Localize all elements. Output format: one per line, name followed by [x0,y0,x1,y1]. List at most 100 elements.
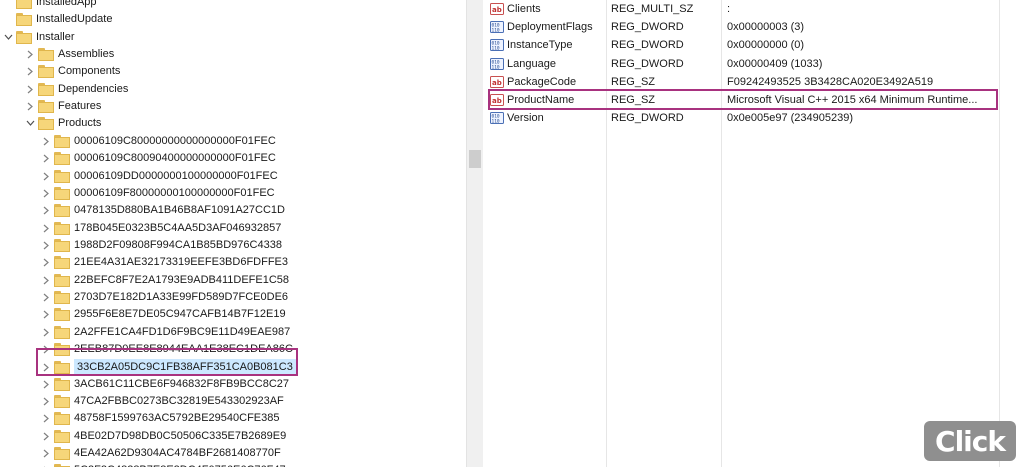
collapse-chevron-icon[interactable] [2,29,14,46]
registry-value-row-language[interactable]: 010 110 Language REG_DWORD 0x00000409 (1033) [484,55,1004,73]
tree-node-product-key[interactable]: 00006109C80090400000000000F01FEC [40,150,276,167]
tree-node-product-key[interactable]: 33CB2A05DC9C1FB38AFF351CA0B081C3 [40,359,296,377]
registry-key-tree[interactable]: InstalledApp InstalledUpdate Installer Asse… [0,0,466,467]
tree-node-product-key[interactable]: 2703D7E182D1A33E99FD589D7FCE0DE6 [40,289,288,306]
tree-node-product-key[interactable]: 2955F6E8E7DE05C947CAFB14B7F12E19 [40,306,286,323]
tree-node-components[interactable]: Components [24,63,120,80]
tree-node-product-key[interactable]: 178B045E0323B5C4AA5D3AF046932857 [40,220,281,237]
folder-icon [54,377,70,391]
tree-scrollbar[interactable] [466,0,483,467]
tree-node-product-key[interactable]: 47CA2FBBC0273BC32819E543302923AF [40,393,284,410]
svg-text:110: 110 [492,46,500,52]
tree-node-label: Dependencies [58,82,129,95]
tree-node-product-key[interactable]: 00006109DD0000000100000000F01FEC [40,168,278,185]
tree-node-product-key[interactable]: 3ACB61C11CBE6F946832F8FB9BCC8C27 [40,376,289,393]
tree-node-label: 3ACB61C11CBE6F946832F8FB9BCC8C27 [74,377,290,390]
registry-value-row-productname[interactable]: ab ProductName REG_SZ Microsoft Visual C++ … [484,91,1004,109]
expand-chevron-icon[interactable] [40,410,52,427]
tree-node-label: 4BE02D7D98DB0C50506C335E7B2689E9 [74,429,287,442]
tree-node-label: 5C2F2C4828B7E8E2DC4F0756E6C76F47 [74,462,286,467]
tree-node-label: InstalledApp [36,0,97,8]
folder-icon [54,169,70,183]
expand-chevron-icon[interactable] [40,341,52,358]
binary-value-icon: 010 110 [490,112,504,125]
expand-chevron-icon[interactable] [24,63,36,80]
folder-icon [54,343,70,356]
expand-chevron-icon[interactable] [24,46,36,63]
value-type-cell: REG_DWORD [611,57,684,70]
tree-node-product-key[interactable]: 5C2F2C4828B7E8E2DC4F0756E6C76F47 [40,462,286,467]
value-name-cell: 010 110 InstanceType [490,36,602,54]
expand-chevron-icon[interactable] [40,376,52,393]
expand-chevron-icon[interactable] [40,289,52,306]
expand-chevron-icon[interactable] [40,220,52,237]
tree-node-product-key[interactable]: 4BE02D7D98DB0C50506C335E7B2689E9 [40,428,286,445]
tree-node-features[interactable]: Features [24,98,101,115]
value-name-cell: 010 110 Language [490,55,602,73]
value-name-text: Language [507,57,556,70]
tree-node-product-key[interactable]: 0478135D880BA1B46B8AF1091A27CC1D [40,202,285,219]
tree-node-product-key[interactable]: 21EE4A31AE32173319EEFE3BD6FDFFE3 [40,254,288,271]
expand-chevron-icon[interactable] [40,272,52,289]
tree-node-label: 21EE4A31AE32173319EEFE3BD6FDFFE3 [74,256,289,269]
string-value-icon: ab [490,94,504,106]
tree-node-installedupdate[interactable]: InstalledUpdate [2,11,112,28]
tree-node-assemblies[interactable]: Assemblies [24,46,114,63]
tree-node-label: 2703D7E182D1A33E99FD589D7FCE0DE6 [74,290,289,303]
registry-value-row-instancetype[interactable]: 010 110 InstanceType REG_DWORD 0x00000000 (0… [484,36,1004,54]
folder-icon [54,221,70,235]
watermark-text: Click [935,424,1006,458]
tree-node-installedapp[interactable]: InstalledApp [2,0,97,11]
tree-node-product-key[interactable]: 1988D2F09808F994CA1B85BD976C4338 [40,237,282,254]
folder-icon [54,325,70,339]
svg-text:110: 110 [492,119,500,125]
expand-chevron-icon[interactable] [40,324,52,341]
expand-chevron-icon[interactable] [40,462,52,467]
tree-node-dependencies[interactable]: Dependencies [24,81,128,98]
expand-chevron-icon[interactable] [40,393,52,410]
expand-chevron-icon[interactable] [40,168,52,185]
registry-value-row-clients[interactable]: ab Clients REG_MULTI_SZ: [484,0,1004,18]
folder-icon [54,447,70,461]
folder-icon [54,395,70,409]
registry-value-row-version[interactable]: 010 110 Version REG_DWORD 0x0e005e97 (234905… [484,109,1004,127]
tree-node-product-key[interactable]: 22BEFC8F7E2A1793E9ADB411DEFE1C58 [40,272,289,289]
value-name-cell: ab ProductName [490,91,602,109]
expand-chevron-icon[interactable] [40,133,52,150]
expand-chevron-icon[interactable] [40,428,52,445]
registry-value-row-packagecode[interactable]: ab PackageCode REG_SZ F09242493525 3B3428CA… [484,73,1004,91]
tree-node-label: Installer [36,30,75,43]
tree-node-label: 2EEB87D0EE8E8944EAA1E38EC1DEA86C [74,343,293,355]
expand-chevron-icon[interactable] [40,306,52,323]
tree-node-products[interactable]: Products [24,115,101,132]
tree-node-product-key[interactable]: 2EEB87D0EE8E8944EAA1E38EC1DEA86C [40,341,293,358]
tree-node-product-key[interactable]: 2A2FFE1CA4FD1D6F9BC9E11D49EAE987 [40,324,290,341]
expand-chevron-icon[interactable] [40,359,52,376]
tree-node-product-key[interactable]: 00006109F80000000100000000F01FEC [40,185,275,202]
tree-node-product-key[interactable]: 00006109C80000000000000000F01FEC [40,133,276,150]
tree-node-product-key[interactable]: 48758F1599763AC5792BE29540CFE385 [40,410,280,427]
registry-values-list[interactable]: ab Clients REG_MULTI_SZ:010 110 DeploymentFl… [484,0,1024,467]
expand-chevron-icon[interactable] [40,254,52,271]
value-name-cell: 010 110 Version [490,109,602,127]
folder-icon [54,238,70,252]
tree-node-product-key[interactable]: 4EA42A62D9304AC4784BF2681408770F [40,445,281,462]
expand-chevron-icon[interactable] [40,185,52,202]
value-data-cell: 0x00000000 (0) [727,39,805,52]
folder-icon [54,134,70,148]
registry-value-row-deploymentflags[interactable]: 010 110 DeploymentFlags REG_DWORD 0x00000003… [484,18,1004,36]
expand-chevron-icon[interactable] [24,81,36,98]
tree-node-label: Assemblies [58,48,115,61]
tree-scrollbar-thumb[interactable] [469,150,481,168]
expand-chevron-icon[interactable] [40,202,52,219]
click-watermark-logo: Click [924,421,1016,461]
expand-chevron-icon[interactable] [40,445,52,462]
folder-icon [54,152,70,166]
collapse-chevron-icon[interactable] [24,115,36,132]
expand-chevron-icon[interactable] [24,98,36,115]
expand-chevron-icon[interactable] [40,150,52,167]
tree-node-label: Features [58,100,102,113]
tree-node-installer[interactable]: Installer [2,29,75,46]
expand-chevron-icon[interactable] [40,237,52,254]
tree-node-label: 00006109F80000000100000000F01FEC [74,186,275,199]
